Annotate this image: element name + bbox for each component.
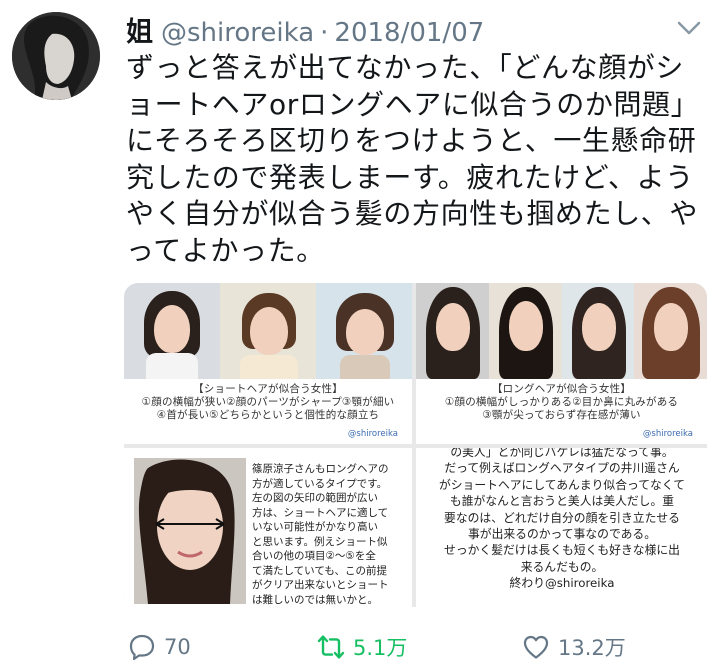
note-line: 方が適しているタイプです。 <box>252 477 388 490</box>
note-line: せっかく髪だけは長くも短くも好きな様に出 <box>444 543 680 558</box>
photo <box>124 283 220 379</box>
media-image-analysis[interactable]: 篠原涼子さんもロングヘアの 方が適しているタイプです。 左の図の矢印の範囲が広い… <box>124 448 412 607</box>
note-line: 方は、ショートヘアに適して <box>252 506 389 519</box>
tweet-text: ずっと答えが出てなかった、「どんな顔がシ ョートヘアorロングヘアに似合うのか問… <box>126 50 711 269</box>
media-image-short-hair[interactable]: 【ショートヘアが似合う女性】 ①顔の横幅が狭い②顔のパーツがシャープ③顎が細い … <box>124 283 412 444</box>
like-button[interactable]: 13.2万 <box>522 632 626 662</box>
reply-icon <box>129 634 155 661</box>
note-line: 事が出来るのかって事なのである。 <box>467 527 657 542</box>
credit: @shiroreika <box>642 429 693 439</box>
separator-dot: · <box>320 18 329 48</box>
caption-line: ④首が長い⑤どちらかというと個性的な顔立ち <box>156 409 380 421</box>
caption: 【ロングヘアが似合う女性】 ①顔の横幅がしっかりある②目か鼻に丸みがある ③顎が… <box>422 383 701 422</box>
tweet-line: ョートヘアorロングヘアに似合うのか問題」 <box>126 87 700 121</box>
portrait-photo <box>134 458 246 604</box>
reply-button[interactable]: 70 <box>128 632 191 662</box>
heart-icon <box>523 635 549 659</box>
tweet-line: ってよかった。 <box>126 233 325 267</box>
retweet-count: 5.1万 <box>353 636 408 660</box>
chevron-down-icon[interactable] <box>676 18 702 38</box>
tweet-header: 姐 @shiroreika · 2018/01/07 <box>126 10 484 48</box>
media-image-long-hair[interactable]: 【ロングヘアが似合う女性】 ①顔の横幅がしっかりある②目か鼻に丸みがある ③顎が… <box>416 283 707 444</box>
photo <box>488 283 562 379</box>
note-line: は難しいのでは無いかと。 <box>252 593 378 606</box>
tweet-line: 究したので発表しまーす。疲れたけど、よう <box>126 160 694 194</box>
credit: @shiroreika <box>347 429 398 439</box>
note-line: の美人」とか同じバケレは猛だなって事。 <box>450 448 674 459</box>
caption-line: ①顔の横幅がしっかりある②目か鼻に丸みがある <box>444 396 679 408</box>
note-line: いない可能性がかなり高い <box>252 521 378 533</box>
avatar[interactable] <box>12 12 100 100</box>
note-line: 左の図の矢印の範囲が広い <box>252 492 378 504</box>
photo <box>561 283 635 379</box>
author-handle[interactable]: @shiroreika <box>161 18 314 48</box>
photo <box>316 283 412 379</box>
retweet-button[interactable]: 5.1万 <box>317 632 407 662</box>
photo-strip <box>124 283 412 379</box>
caption-line: 【ショートヘアが似合う女性】 <box>193 383 343 395</box>
analysis-note: 篠原涼子さんもロングヘアの 方が適しているタイプです。 左の図の矢印の範囲が広い… <box>252 462 408 607</box>
photo <box>416 283 489 379</box>
tweet-date[interactable]: 2018/01/07 <box>334 18 484 48</box>
note-line: がクリア出来ないとショート <box>252 579 389 591</box>
note-line: て満たしていても、この前提 <box>252 564 388 577</box>
note-line: と思います。例えショート似 <box>252 535 388 548</box>
note-line: がショートヘアにしてあんまり似合ってなくて <box>438 477 686 492</box>
note-line: 合いの他の項目②〜⑤を全 <box>252 550 376 562</box>
tweet-line: にそろそろ区切りをつけようと、一生懸命研 <box>126 124 697 157</box>
tweet-line: やく自分が似合う髪の方向性も掴めたし、や <box>126 197 699 230</box>
retweet-icon <box>317 635 345 659</box>
reply-count: 70 <box>164 635 191 659</box>
caption: 【ショートヘアが似合う女性】 ①顔の横幅が狭い②顔のパーツがシャープ③顎が細い … <box>130 383 406 422</box>
note-line: 要なのは、どれだけ自分の顔を引き立たせる <box>444 510 680 525</box>
tweet-line: ずっと答えが出てなかった、「どんな顔がシ <box>126 51 685 84</box>
caption-line: 【ロングヘアが似合う女性】 <box>491 383 632 395</box>
conclusion-note: の美人」とか同じバケレは猛だなって事。 だって例えばロングヘアタイプの井川遥さん… <box>422 448 702 592</box>
like-count: 13.2万 <box>558 636 626 660</box>
caption-line: ①顔の横幅が狭い②顔のパーツがシャープ③顎が細い <box>141 396 395 408</box>
photo <box>220 283 316 379</box>
note-line: だって例えばロングヘアタイプの井川遥さん <box>444 461 680 476</box>
photo-strip <box>416 283 707 379</box>
media-grid: 【ショートヘアが似合う女性】 ①顔の横幅が狭い②顔のパーツがシャープ③顎が細い … <box>124 283 707 607</box>
note-line: 篠原涼子さんもロングヘアの <box>252 463 389 475</box>
author-name[interactable]: 姐 <box>126 10 153 49</box>
note-line: 終わり@shiroreika <box>509 576 615 591</box>
photo <box>634 283 707 379</box>
note-line: も誰がなんと言おうと美人は美人だし。重 <box>449 494 675 509</box>
media-image-conclusion[interactable]: の美人」とか同じバケレは猛だなって事。 だって例えばロングヘアタイプの井川遥さん… <box>416 448 707 607</box>
caption-line: ③顎が尖っておらず存在感が薄い <box>482 409 641 421</box>
action-bar: 70 5.1万 13.2万 <box>124 628 714 664</box>
note-line: 来るんだもの。 <box>520 559 604 574</box>
